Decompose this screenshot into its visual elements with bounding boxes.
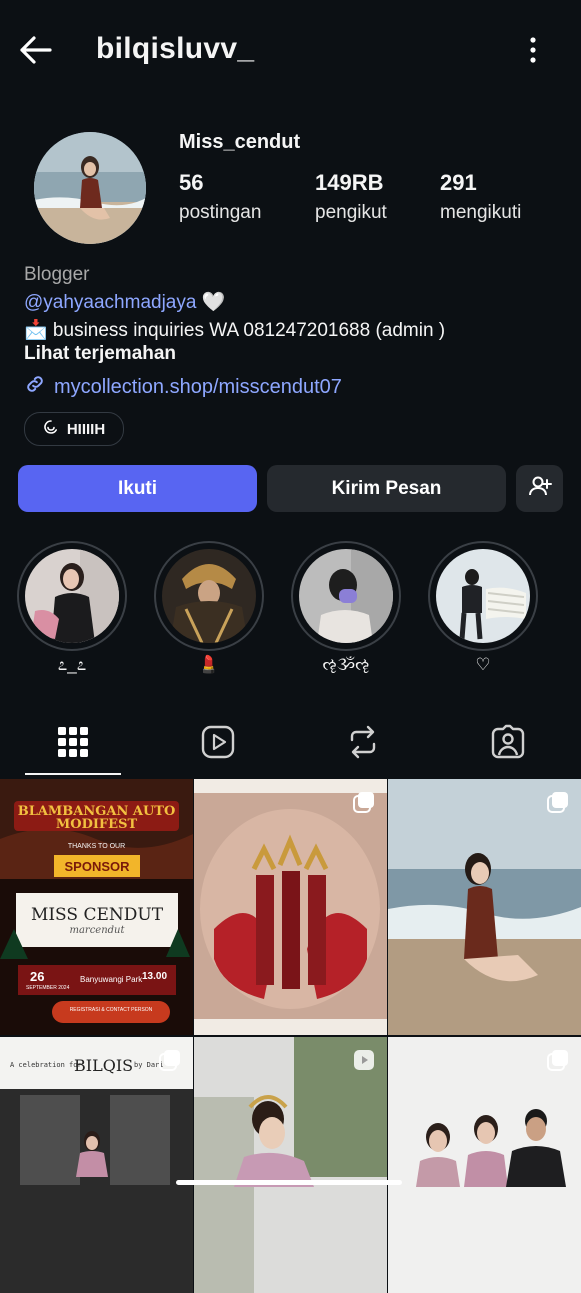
- follow-button[interactable]: Ikuti: [18, 465, 257, 512]
- poster-script: marcendut: [69, 925, 125, 936]
- poster-sponsor: SPONSOR: [64, 859, 130, 874]
- reels-icon: [198, 725, 238, 766]
- following-value: 291: [440, 170, 477, 195]
- poster-time: 13.00: [142, 971, 168, 982]
- poster-name: MISS CENDUT: [30, 905, 164, 925]
- tab-posts-grid[interactable]: [53, 722, 93, 762]
- carousel-icon: [545, 1047, 571, 1078]
- highlight-label-3: ૡૐૡ: [322, 655, 370, 674]
- highlight-thumbnail: [299, 549, 393, 643]
- highlight-label-2: 💄: [198, 655, 220, 674]
- post-thumbnail-3[interactable]: [388, 779, 581, 1035]
- poster-date-month: SEPTEMBER 2024: [26, 985, 70, 991]
- story-highlight-1[interactable]: [17, 541, 127, 651]
- message-button[interactable]: Kirim Pesan: [267, 465, 506, 512]
- add-user-icon: [527, 473, 553, 505]
- link-text: mycollection.shop/misscendut07: [54, 375, 342, 398]
- following-label: mengikuti: [440, 202, 522, 223]
- display-name: Miss_cendut: [179, 131, 301, 153]
- highlight-label-4: ♡: [475, 655, 491, 674]
- tab-reposts[interactable]: [343, 722, 383, 762]
- posts-value: 56: [179, 170, 204, 195]
- link-icon: [24, 373, 46, 401]
- active-tab-indicator: [25, 773, 121, 775]
- threads-badge-text: HIIIIH: [66, 420, 106, 438]
- bio-text: 📩 business inquiries WA 081247201688 (ad…: [24, 320, 446, 341]
- posts-count[interactable]: 56 postingan: [179, 170, 261, 224]
- story-highlight-3[interactable]: [291, 541, 401, 651]
- post-thumbnail-6[interactable]: [388, 1037, 581, 1293]
- avatar[interactable]: [34, 132, 146, 244]
- highlight-label-1: ೭_೭: [57, 655, 87, 674]
- post-thumbnail-2[interactable]: [194, 779, 387, 1035]
- followers-value: 149RB: [315, 170, 384, 195]
- profile-username: bilqisluvv_: [96, 32, 255, 65]
- reposts-icon: [343, 725, 383, 766]
- post-thumbnail-4[interactable]: A celebration for BILQIS by Dari: [0, 1037, 193, 1293]
- post-thumbnail-5[interactable]: [194, 1037, 387, 1293]
- see-translation-link[interactable]: Lihat terjemahan: [24, 343, 176, 365]
- more-vertical-icon[interactable]: [520, 34, 546, 68]
- highlight-thumbnail: [436, 549, 530, 643]
- poster-subtitle: THANKS TO OUR: [67, 843, 126, 850]
- following-count[interactable]: 291 mengikuti: [440, 170, 521, 224]
- threads-icon: [43, 419, 59, 439]
- reel-icon: [351, 1047, 377, 1078]
- tab-reels[interactable]: [198, 722, 238, 762]
- story-highlight-4[interactable]: [428, 541, 538, 651]
- carousel-icon: [157, 1047, 183, 1078]
- suggest-users-button[interactable]: [516, 465, 563, 512]
- carousel-icon: [351, 789, 377, 820]
- followers-count[interactable]: 149RB pengikut: [315, 170, 387, 224]
- story-highlight-2[interactable]: [154, 541, 264, 651]
- bio-mention[interactable]: @yahyaachmadjaya 🤍: [24, 290, 225, 314]
- profile-link[interactable]: mycollection.shop/misscendut07: [24, 373, 342, 401]
- post-thumbnail-1[interactable]: BLAMBANGAN AUTO MODIFEST THANKS TO OUR S…: [0, 779, 193, 1035]
- grid-icon: [53, 727, 93, 766]
- poster-venue: Banyuwangi Park: [80, 975, 143, 984]
- poster-date-day: 26: [30, 969, 45, 984]
- home-indicator[interactable]: [176, 1180, 402, 1185]
- celebration-name: BILQIS: [74, 1056, 134, 1075]
- celebration-intro: A celebration for: [10, 1061, 82, 1069]
- profile-category: Blogger: [24, 264, 90, 285]
- followers-label: pengikut: [315, 202, 387, 223]
- poster-contact: REGISTRASI & CONTACT PERSON: [69, 1007, 153, 1013]
- tagged-icon: [488, 724, 528, 766]
- poster-title: BLAMBANGAN AUTO MODIFEST: [17, 804, 176, 832]
- highlight-thumbnail: [25, 549, 119, 643]
- back-arrow-icon[interactable]: [16, 30, 56, 70]
- tab-tagged[interactable]: [488, 722, 528, 762]
- highlight-thumbnail: [162, 549, 256, 643]
- posts-label: postingan: [179, 202, 262, 223]
- threads-badge[interactable]: HIIIIH: [24, 412, 124, 446]
- carousel-icon: [545, 789, 571, 820]
